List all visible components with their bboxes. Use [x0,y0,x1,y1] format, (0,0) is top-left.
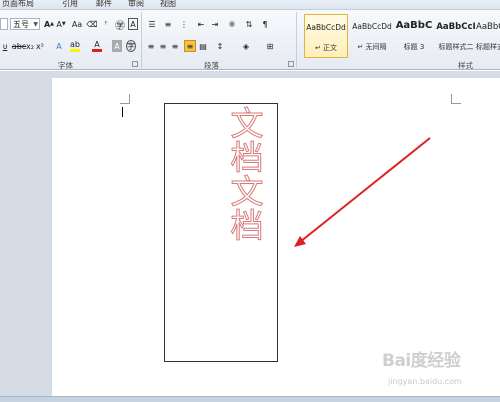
baidu-jingyan-watermark: Bai度经验 jingyan.baidu.com [382,346,498,396]
red-arrow-annotation [294,137,431,247]
status-bar [0,396,500,402]
watermark-url: jingyan.baidu.com [388,377,462,386]
watermark-logo: Bai度经验 [382,351,461,371]
